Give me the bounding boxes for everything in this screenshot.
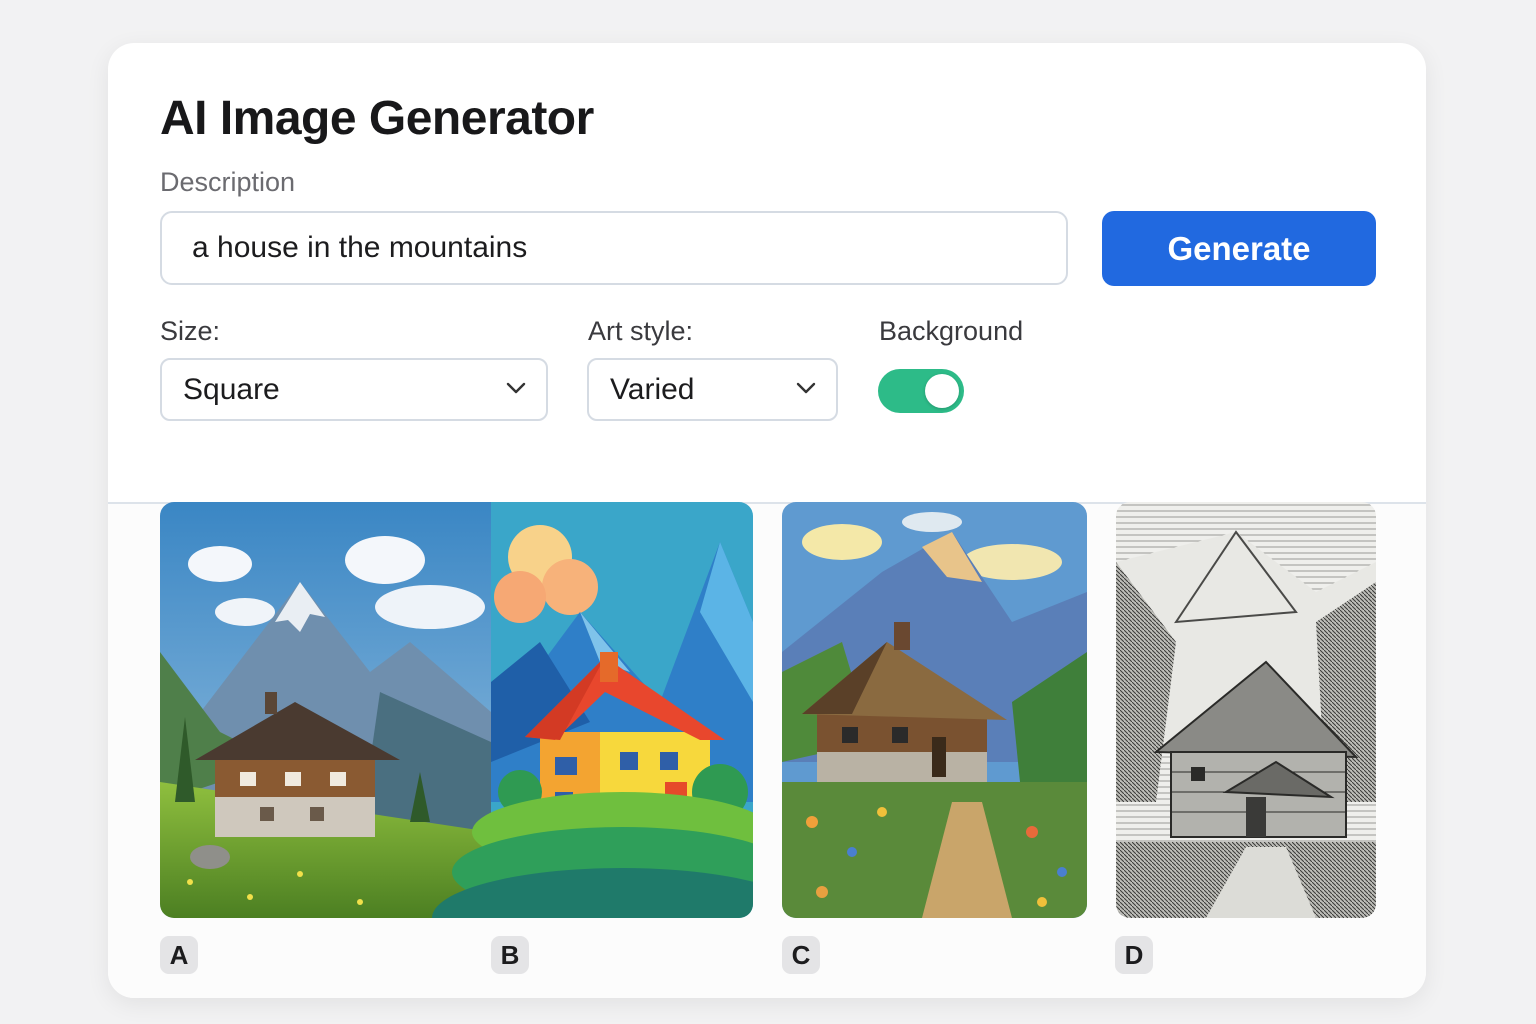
art-style-select[interactable]: Varied [587, 358, 838, 421]
description-label: Description [160, 167, 296, 197]
background-label: Background [879, 316, 1024, 346]
result-image-a[interactable] [160, 502, 491, 918]
result-image-d[interactable] [1116, 502, 1376, 918]
background-toggle[interactable] [878, 369, 964, 413]
chevron-down-icon [506, 382, 526, 394]
size-select-value: Square [183, 372, 280, 406]
size-label: Size: [160, 316, 221, 346]
art-style-label: Art style: [588, 316, 694, 346]
result-label-b: B [491, 936, 529, 974]
result-label-a: A [160, 936, 198, 974]
chevron-down-icon [796, 382, 816, 394]
generate-button[interactable]: Generate [1102, 211, 1376, 286]
result-image-c[interactable] [782, 502, 1087, 918]
result-image-ab-frame [160, 502, 753, 918]
generator-card: AI Image Generator Description Generate … [108, 43, 1426, 998]
size-select[interactable]: Square [160, 358, 548, 421]
description-input[interactable] [160, 211, 1068, 285]
art-style-select-value: Varied [610, 372, 695, 406]
result-label-d: D [1115, 936, 1153, 974]
page-title: AI Image Generator [160, 92, 594, 145]
result-label-c: C [782, 936, 820, 974]
toggle-knob [925, 374, 959, 408]
